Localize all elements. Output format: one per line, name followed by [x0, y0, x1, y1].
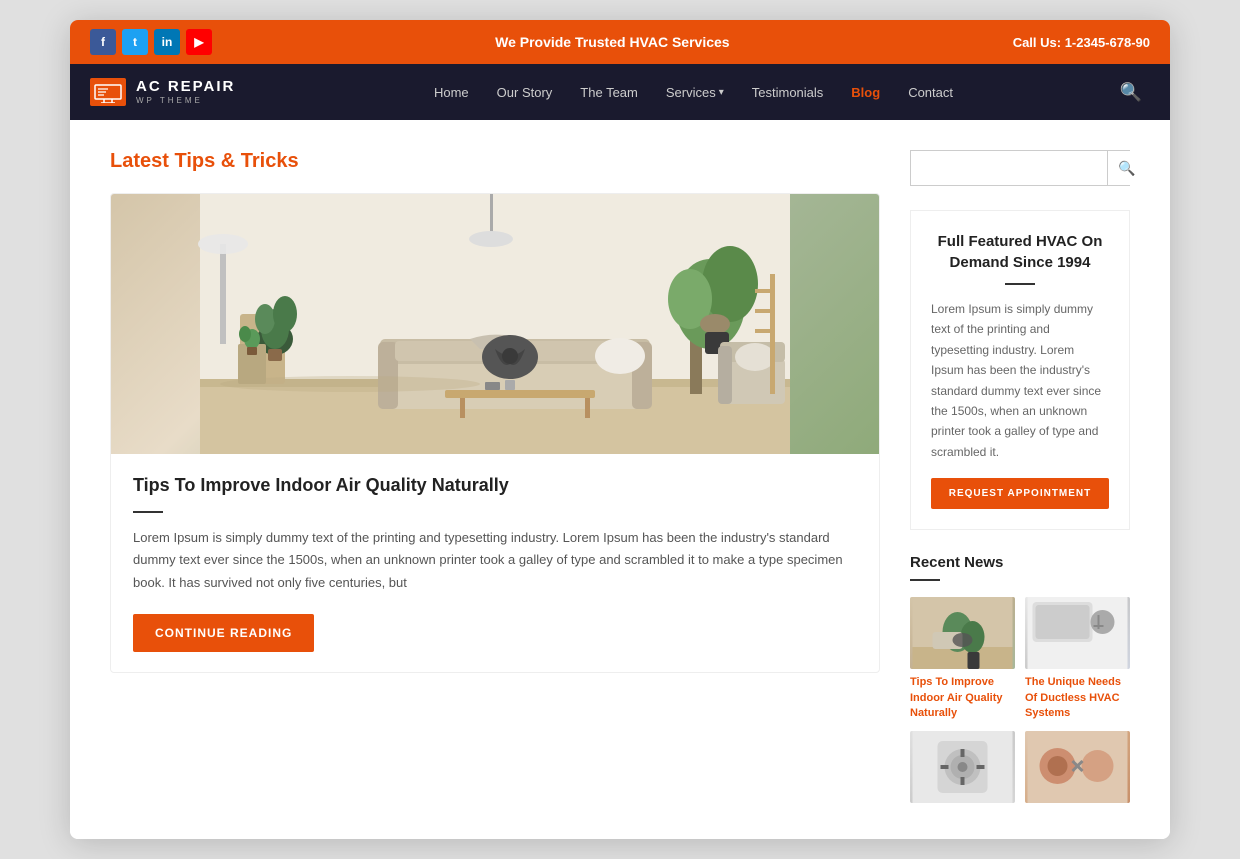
left-column: Latest Tips & Tricks — [110, 150, 880, 809]
tagline: We Provide Trusted HVAC Services — [495, 34, 729, 50]
top-bar: f t in ▶ We Provide Trusted HVAC Service… — [70, 20, 1170, 64]
appointment-button[interactable]: REQUEST APPOINTMENT — [931, 478, 1109, 509]
news-thumb-2 — [1025, 597, 1130, 669]
nav-bar: AC REPAIR WP THEME Home Our Story The Te… — [70, 64, 1170, 120]
logo-sub: WP THEME — [136, 96, 235, 105]
recent-news-section: Recent News — [910, 554, 1130, 809]
services-arrow: ▾ — [719, 87, 724, 98]
section-title: Latest Tips & Tricks — [110, 150, 880, 173]
article-image — [111, 194, 879, 454]
article-body: Tips To Improve Indoor Air Quality Natur… — [111, 454, 879, 672]
nav-testimonials[interactable]: Testimonials — [738, 64, 838, 120]
news-grid: Tips To Improve Indoor Air Quality Natur… — [910, 597, 1130, 809]
logo-icon — [90, 78, 126, 106]
search-icon[interactable]: 🔍 — [1112, 82, 1150, 103]
logo-main: AC REPAIR — [136, 79, 235, 96]
article-card: Tips To Improve Indoor Air Quality Natur… — [110, 193, 880, 673]
news-item-3[interactable] — [910, 731, 1015, 809]
twitter-icon[interactable]: t — [122, 29, 148, 55]
nav-services[interactable]: Services ▾ — [652, 64, 738, 120]
social-icons: f t in ▶ — [90, 29, 212, 55]
widget-title-divider — [1005, 283, 1035, 285]
nav-blog[interactable]: Blog — [837, 64, 894, 120]
widget-text: Lorem Ipsum is simply dummy text of the … — [931, 299, 1109, 462]
nav-our-story[interactable]: Our Story — [483, 64, 567, 120]
article-excerpt: Lorem Ipsum is simply dummy text of the … — [133, 527, 857, 593]
news-thumb-4 — [1025, 731, 1130, 803]
news-thumb-3 — [910, 731, 1015, 803]
youtube-icon[interactable]: ▶ — [186, 29, 212, 55]
phone-number: Call Us: 1-2345-678-90 — [1013, 35, 1150, 50]
article-title: Tips To Improve Indoor Air Quality Natur… — [133, 474, 857, 497]
news-item-2[interactable]: The Unique Needs Of Ductless HVAC System… — [1025, 597, 1130, 721]
article-title-divider — [133, 511, 163, 513]
continue-reading-button[interactable]: CONTINUE READING — [133, 614, 314, 652]
news-item-1[interactable]: Tips To Improve Indoor Air Quality Natur… — [910, 597, 1015, 721]
facebook-icon[interactable]: f — [90, 29, 116, 55]
news-item-1-title: Tips To Improve Indoor Air Quality Natur… — [910, 675, 1015, 721]
browser-window: f t in ▶ We Provide Trusted HVAC Service… — [70, 20, 1170, 839]
search-button[interactable]: 🔍 — [1107, 151, 1145, 185]
recent-news-title: Recent News — [910, 554, 1130, 571]
nav-contact[interactable]: Contact — [894, 64, 967, 120]
hvac-widget: Full Featured HVAC On Demand Since 1994 … — [910, 210, 1130, 530]
search-box: 🔍 — [910, 150, 1130, 186]
nav-home[interactable]: Home — [420, 64, 483, 120]
nav-the-team[interactable]: The Team — [566, 64, 652, 120]
linkedin-icon[interactable]: in — [154, 29, 180, 55]
logo[interactable]: AC REPAIR WP THEME — [90, 78, 235, 106]
main-content: Latest Tips & Tricks — [70, 120, 1170, 839]
widget-title: Full Featured HVAC On Demand Since 1994 — [931, 231, 1109, 273]
nav-links: Home Our Story The Team Services ▾ Testi… — [275, 64, 1111, 120]
logo-text: AC REPAIR WP THEME — [136, 79, 235, 105]
news-thumb-1 — [910, 597, 1015, 669]
right-sidebar: 🔍 Full Featured HVAC On Demand Since 199… — [910, 150, 1130, 809]
news-item-4[interactable] — [1025, 731, 1130, 809]
news-item-2-title: The Unique Needs Of Ductless HVAC System… — [1025, 675, 1130, 721]
search-input[interactable] — [911, 151, 1107, 185]
recent-news-divider — [910, 579, 940, 581]
